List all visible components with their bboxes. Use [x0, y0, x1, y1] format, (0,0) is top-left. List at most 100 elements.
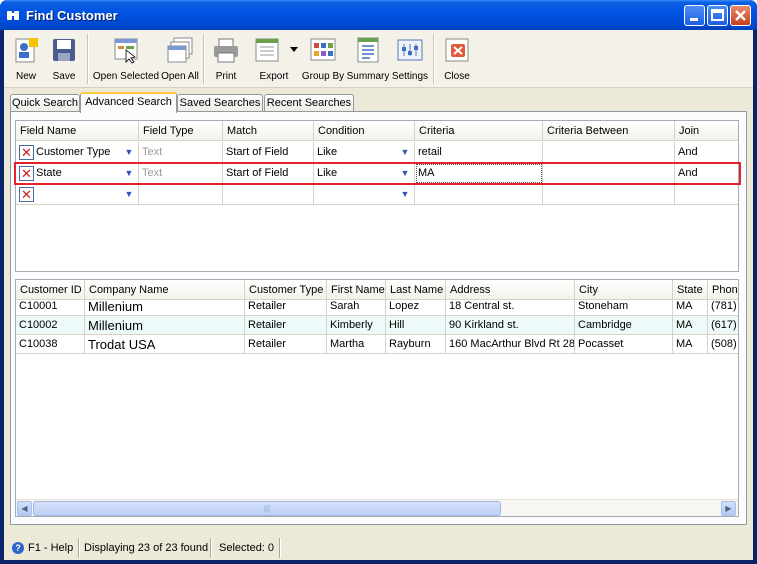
city-cell: Cambridge	[575, 316, 673, 335]
tab-advanced-search[interactable]: Advanced Search	[80, 92, 177, 113]
open-all-label: Open All	[161, 71, 199, 82]
table-row[interactable]: C10001 Millenium Retailer Sarah Lopez 18…	[16, 297, 738, 316]
address-cell: 160 MacArthur Blvd Rt 28	[446, 335, 575, 354]
print-button[interactable]: Print	[207, 33, 245, 85]
last-name-cell: Lopez	[386, 297, 446, 316]
remove-row-icon[interactable]: ✕	[19, 187, 34, 202]
city-cell: Pocasset	[575, 335, 673, 354]
open-selected-icon	[114, 38, 138, 64]
selected-row-highlight	[14, 162, 741, 185]
match-cell[interactable]: Start of Field	[223, 142, 314, 163]
join-cell[interactable]	[675, 184, 738, 205]
criteria-between-input[interactable]	[543, 184, 675, 205]
scroll-thumb[interactable]: |||	[33, 501, 501, 516]
col-criteria-between[interactable]: Criteria Between	[543, 121, 675, 141]
last-name-cell: Rayburn	[386, 335, 446, 354]
criteria-header: Field Name Field Type Match Condition Cr…	[16, 121, 738, 141]
maximize-icon	[711, 9, 724, 21]
col-match[interactable]: Match	[223, 121, 314, 141]
table-row[interactable]: C10002 Millenium Retailer Kimberly Hill …	[16, 316, 738, 335]
binoculars-icon	[7, 11, 19, 20]
open-selected-button[interactable]: Open Selected	[92, 33, 160, 85]
settings-button[interactable]: Settings	[390, 33, 430, 85]
criteria-grid: Field Name Field Type Match Condition Cr…	[15, 120, 739, 272]
export-icon	[255, 38, 279, 62]
tab-recent-searches[interactable]: Recent Searches	[264, 94, 354, 112]
col-field-type[interactable]: Field Type	[139, 121, 223, 141]
new-button[interactable]: New	[8, 33, 44, 85]
group-by-label: Group By	[301, 71, 345, 82]
title-bar[interactable]: Find Customer	[0, 0, 757, 30]
selected-count-status: Selected: 0	[219, 542, 275, 554]
chevron-down-icon	[290, 47, 298, 52]
group-by-button[interactable]: Group By	[300, 33, 346, 85]
chevron-down-icon[interactable]: ▼	[123, 146, 135, 158]
criteria-input[interactable]	[415, 184, 543, 205]
customer-id-cell: C10001	[16, 297, 85, 316]
customer-id-cell: C10038	[16, 335, 85, 354]
close-label: Close	[444, 71, 470, 82]
summary-label: Summary	[346, 71, 390, 82]
condition-value: Like	[317, 146, 338, 158]
maximize-button[interactable]	[707, 5, 728, 26]
close-window-button[interactable]	[730, 5, 751, 26]
close-button[interactable]: Close	[436, 33, 478, 85]
close-icon	[735, 10, 746, 21]
status-separator	[279, 538, 281, 558]
address-cell: 90 Kirkland st.	[446, 316, 575, 335]
toolbar: New Save Open Selected Open All Print Ex…	[4, 30, 753, 88]
close-doc-icon	[445, 38, 469, 62]
minimize-icon	[690, 18, 698, 21]
open-selected-label: Open Selected	[92, 71, 160, 82]
remove-row-icon[interactable]: ✕	[19, 145, 34, 160]
criteria-input[interactable]: retail	[415, 142, 543, 163]
window-title: Find Customer	[26, 8, 118, 23]
phone-cell: (781)	[708, 297, 738, 316]
col-condition[interactable]: Condition	[314, 121, 415, 141]
find-customer-window: Find Customer New Save Open Selected Ope…	[0, 0, 757, 564]
criteria-between-input[interactable]	[543, 142, 675, 163]
chevron-down-icon[interactable]: ▼	[399, 188, 411, 200]
help-status[interactable]: F1 - Help	[28, 539, 73, 557]
col-criteria[interactable]: Criteria	[415, 121, 543, 141]
minimize-button[interactable]	[684, 5, 705, 26]
customer-id-cell: C10002	[16, 316, 85, 335]
table-row[interactable]: C10038 Trodat USA Retailer Martha Raybur…	[16, 335, 738, 354]
printer-icon	[214, 38, 238, 63]
chevron-down-icon[interactable]: ▼	[123, 188, 135, 200]
state-cell: MA	[673, 335, 708, 354]
state-cell: MA	[673, 316, 708, 335]
last-name-cell: Hill	[386, 316, 446, 335]
toolbar-separator	[203, 34, 205, 84]
join-cell[interactable]: And	[675, 142, 738, 163]
group-by-icon	[310, 38, 336, 61]
open-all-button[interactable]: Open All	[160, 33, 200, 85]
tab-quick-search[interactable]: Quick Search	[10, 94, 80, 112]
summary-icon	[357, 37, 379, 63]
settings-label: Settings	[391, 71, 429, 82]
address-cell: 18 Central st.	[446, 297, 575, 316]
condition-select[interactable]: ▼	[314, 184, 415, 205]
results-grid: Customer ID Company Name Customer Type F…	[15, 279, 739, 517]
company-name-cell: Millenium	[85, 297, 245, 316]
tab-saved-searches[interactable]: Saved Searches	[177, 94, 263, 112]
col-join[interactable]: Join	[675, 121, 738, 141]
col-field-name[interactable]: Field Name	[16, 121, 139, 141]
criteria-row: ✕ Customer Type ▼ Text Start of Field Li…	[16, 142, 738, 163]
toolbar-separator	[433, 34, 435, 84]
scroll-left-icon[interactable]: ◀	[17, 501, 32, 516]
field-type-cell: Text	[139, 142, 223, 163]
condition-select[interactable]: Like ▼	[314, 142, 415, 163]
export-button[interactable]: Export	[248, 33, 300, 85]
match-cell[interactable]	[223, 184, 314, 205]
chevron-down-icon[interactable]: ▼	[399, 146, 411, 158]
found-count-status: Displaying 23 of 23 found	[84, 542, 209, 554]
field-name-select[interactable]: ✕ Customer Type ▼	[16, 142, 139, 163]
scroll-right-icon[interactable]: ▶	[721, 501, 736, 516]
save-button[interactable]: Save	[46, 33, 82, 85]
summary-button[interactable]: Summary	[346, 33, 390, 85]
field-name-select[interactable]: ✕ ▼	[16, 184, 139, 205]
help-icon: ?	[12, 542, 24, 554]
first-name-cell: Martha	[327, 335, 386, 354]
horizontal-scrollbar[interactable]: ◀ ||| ▶	[16, 499, 738, 516]
